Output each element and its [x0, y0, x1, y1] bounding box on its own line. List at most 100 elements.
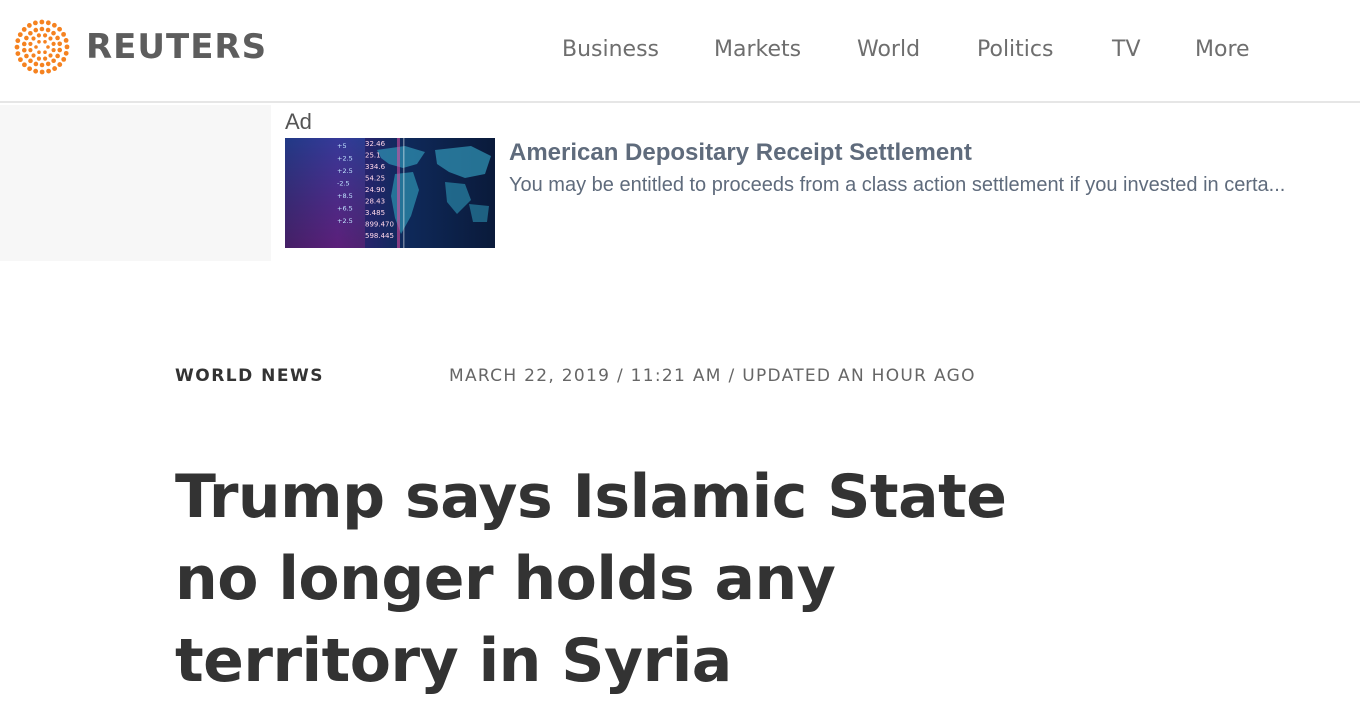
logo-dot [45, 20, 51, 26]
ticker-change: -2.5 [337, 180, 350, 188]
logo-dot [57, 41, 63, 47]
ad-label: Ad [285, 109, 312, 134]
ticker-value: 25.1 [365, 152, 381, 160]
logo-dot [24, 53, 29, 59]
logo-dot [31, 53, 36, 58]
nav-business[interactable]: Business [562, 34, 659, 66]
logo-dot [37, 50, 41, 54]
logo-dot [28, 30, 33, 36]
ticker-change: +5 [337, 142, 347, 150]
logo-dot [26, 23, 32, 28]
logo-dot [43, 40, 47, 44]
logo-dot [28, 48, 33, 53]
logo-dot [61, 31, 66, 37]
ad-description: You may be entitled to proceeds from a c… [509, 174, 1286, 196]
ticker-value: 54.25 [365, 175, 385, 183]
ad-banner: Ad 32.46 25.1 334.6 54.25 24.90 28.43 3.… [0, 105, 1360, 261]
logo-dot [24, 35, 29, 41]
ad-placeholder [0, 105, 271, 261]
logo-dot [46, 68, 51, 74]
logo-dot [15, 38, 21, 44]
dateline: MARCH 22, 2019 / 11:21 AM / UPDATED AN H… [449, 364, 976, 388]
logo-dot [51, 58, 56, 64]
nav-markets[interactable]: Markets [714, 34, 801, 66]
logo-dot [21, 47, 27, 53]
logo-dot [33, 68, 39, 74]
logo-dot [28, 58, 33, 64]
logo-dot [46, 45, 50, 49]
ad-image-link[interactable]: 32.46 25.1 334.6 54.25 24.90 28.43 3.485 899.47… [285, 138, 495, 248]
logo-dot [21, 27, 27, 32]
logo-dot [64, 44, 70, 50]
logo-dot [31, 36, 36, 41]
logo-dot [57, 26, 62, 32]
ticker-value: 28.43 [365, 198, 385, 206]
logo-dot [43, 56, 48, 61]
logo-dot [22, 62, 27, 68]
ticker-change: +8.5 [337, 192, 353, 200]
nav-politics[interactable]: Politics [977, 34, 1053, 66]
logo-dot [27, 66, 33, 72]
logo-dot [61, 56, 67, 62]
reuters-logo-link[interactable]: REUTERS [12, 18, 267, 76]
logo-dot [42, 33, 48, 38]
page: REUTERS Business Markets World Politics … [0, 0, 1360, 728]
section-link-world-news[interactable]: WORLD NEWS [175, 364, 324, 388]
ticker-value: 3.485 [365, 209, 385, 217]
logo-dot [51, 30, 56, 36]
date-separator: / [610, 366, 631, 386]
logo-dot [43, 50, 47, 54]
logo-dot [39, 26, 45, 32]
ticker-value: 598.445 [365, 232, 394, 240]
logo-dot [33, 27, 39, 33]
logo-dot [33, 61, 39, 67]
logo-dot [55, 35, 60, 41]
logo-dot [36, 33, 41, 38]
logo-dot [39, 19, 45, 25]
logo-dot [18, 57, 23, 63]
logo-dot [28, 41, 33, 47]
nav-tv[interactable]: TV [1112, 34, 1141, 66]
site-header: REUTERS Business Markets World Politics … [0, 0, 1360, 103]
logo-dot [36, 56, 42, 61]
logo-dot [51, 22, 57, 28]
logo-dot [39, 62, 45, 68]
logo-dot [33, 20, 38, 26]
ticker-value: 24.90 [365, 186, 385, 194]
updated-label: UPDATED AN HOUR AGO [742, 366, 976, 386]
logo-dot [63, 38, 69, 43]
logo-dot [15, 51, 21, 56]
ticker-value: 334.6 [365, 163, 386, 171]
ad-title-link[interactable]: American Depositary Receipt Settlement [509, 138, 972, 168]
ticker-change: +2.5 [337, 155, 353, 163]
logo-dot [14, 44, 20, 50]
nav-more[interactable]: More [1195, 34, 1250, 66]
ticker-value: 899.470 [365, 221, 394, 229]
logo-dot [45, 61, 51, 67]
stock-market-world-map-image: 32.46 25.1 334.6 54.25 24.90 28.43 3.485 899.47… [285, 138, 495, 248]
ticker-value: 32.46 [365, 140, 386, 148]
logo-dot [21, 41, 27, 47]
logo-dot [52, 66, 58, 71]
logo-dot [48, 53, 53, 58]
logo-text: REUTERS [86, 27, 268, 67]
nav-world[interactable]: World [857, 34, 920, 66]
logo-dot [37, 40, 41, 44]
logo-dot [34, 45, 38, 49]
logo-dot [45, 27, 51, 33]
logo-dot [51, 47, 56, 53]
ticker-change: +2.5 [337, 217, 353, 225]
publish-time: 11:21 AM [630, 366, 722, 386]
logo-dot [57, 47, 63, 53]
reuters-logo-icon [14, 19, 70, 75]
publish-date: MARCH 22, 2019 [449, 366, 611, 386]
logo-dot [39, 69, 45, 75]
logo-dot [17, 32, 23, 38]
article-headline: Trump says Islamic State no longer holds… [175, 462, 1007, 696]
ticker-change: +6.5 [337, 205, 353, 213]
date-separator: / [721, 366, 743, 386]
logo-dot [55, 53, 60, 59]
logo-dot [48, 36, 53, 41]
ticker-change: +2.5 [337, 167, 353, 175]
logo-dot [63, 50, 69, 56]
